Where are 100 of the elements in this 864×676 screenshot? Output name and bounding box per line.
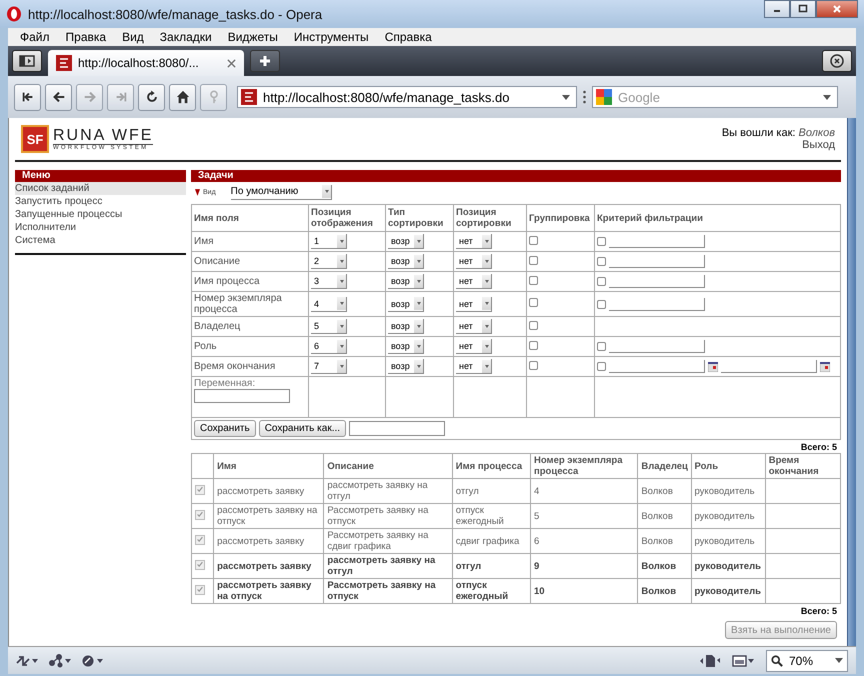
maximize-button[interactable] (790, 0, 816, 18)
date-input[interactable] (609, 360, 705, 373)
reload-icon (144, 90, 158, 104)
favicon-icon (56, 55, 72, 71)
grouping-checkbox[interactable] (529, 340, 538, 350)
new-tab-button[interactable] (250, 50, 280, 72)
menu-item[interactable]: Закладки (152, 30, 220, 44)
tab-title: http://localhost:8080/... (78, 56, 200, 70)
calendar-icon[interactable] (820, 362, 830, 372)
logout-link[interactable]: Выход (802, 139, 835, 151)
sidebar-item[interactable]: Список заданий (15, 182, 186, 195)
filter-input[interactable] (609, 235, 705, 248)
network-icon[interactable] (48, 654, 72, 668)
grouping-checkbox[interactable] (529, 276, 538, 284)
name-input[interactable] (349, 421, 446, 436)
filter-checkbox[interactable] (597, 342, 606, 351)
dropdown-icon[interactable] (562, 94, 570, 100)
window-title: http://localhost:8080/wfe/manage_tasks.do - Opera (28, 6, 322, 22)
sidebar-item[interactable]: Исполнители (15, 221, 186, 234)
table-cell: Волков (641, 560, 676, 572)
filter-checkbox[interactable] (597, 362, 606, 371)
filter-checkbox[interactable] (597, 257, 606, 266)
filter-input[interactable] (609, 298, 705, 310)
page-icon[interactable] (698, 654, 722, 668)
home-button[interactable] (169, 84, 196, 110)
close-icon[interactable] (227, 58, 236, 68)
column-header: Критерий фильтрации (594, 204, 840, 232)
rewind-button[interactable] (14, 84, 41, 110)
sidebar-header: Меню (15, 170, 186, 182)
menu-item[interactable]: Файл (12, 30, 58, 44)
save-button[interactable]: Сохранить (194, 420, 256, 437)
save-as-button[interactable]: Сохранить как... (258, 420, 346, 437)
browser-logo-icon (6, 6, 22, 22)
sidebar-item[interactable]: Система (15, 234, 186, 247)
calendar-icon[interactable] (708, 362, 718, 372)
grouping-checkbox[interactable] (529, 256, 538, 264)
zoom-field[interactable]: 70% (766, 650, 848, 672)
row-checkbox[interactable] (195, 584, 205, 595)
table-cell: рассмотреть заявку на отгул (327, 555, 436, 577)
row-checkbox[interactable] (195, 534, 205, 545)
filter-input[interactable] (609, 275, 705, 288)
table-cell: Имя (192, 232, 308, 252)
back-button[interactable] (45, 84, 72, 110)
grouping-checkbox[interactable] (529, 360, 538, 370)
address-field[interactable]: http://localhost:8080/wfe/manage_tasks.do (237, 86, 577, 108)
table-cell: Рассмотреть заявку на отпуск (327, 505, 428, 527)
menu-item[interactable]: Правка (58, 30, 114, 44)
home-icon (176, 90, 190, 104)
variable-label: Переменная: (194, 378, 256, 389)
arrows-icon[interactable] (16, 654, 38, 666)
table-cell: рассмотреть заявку на отгул (327, 480, 428, 502)
reload-button[interactable] (138, 84, 165, 110)
table-cell: 9 (534, 560, 540, 572)
filter-input[interactable] (609, 255, 705, 268)
collapse-icon[interactable] (195, 188, 200, 196)
dropdown-icon[interactable] (823, 94, 831, 100)
filter-input[interactable] (609, 340, 705, 353)
row-checkbox[interactable] (195, 484, 205, 495)
view-select[interactable]: По умолчанию (230, 184, 332, 200)
table-cell: Волков (641, 486, 673, 496)
table-cell: рассмотреть заявку (217, 560, 312, 572)
browser-tab[interactable]: http://localhost:8080/... (48, 50, 244, 76)
grouping-checkbox[interactable] (529, 298, 538, 307)
filter-checkbox[interactable] (597, 277, 606, 286)
maximize-icon (798, 4, 808, 14)
table-cell: рассмотреть заявку на отпуск (217, 580, 312, 602)
scrollbar[interactable] (847, 118, 856, 646)
close-button[interactable] (816, 0, 858, 18)
grouping-checkbox[interactable] (529, 236, 538, 244)
menu-item[interactable]: Инструменты (286, 30, 377, 44)
panel-toggle-button[interactable] (12, 50, 42, 72)
row-checkbox[interactable] (195, 560, 205, 570)
filter-checkbox[interactable] (597, 300, 606, 308)
column-header: Имя процесса (452, 454, 531, 478)
back-icon (52, 90, 66, 104)
minimize-button[interactable] (764, 0, 790, 18)
menu-item[interactable]: Справка (376, 30, 440, 44)
close-icon (832, 4, 842, 14)
plus-icon (259, 55, 271, 67)
total-count: Всего: 5 (800, 606, 837, 616)
menu-item[interactable]: Вид (114, 30, 152, 44)
table-cell: руководитель (694, 486, 755, 496)
column-header: Владелец (638, 454, 691, 478)
column-header: Время окончания (765, 454, 840, 478)
variable-input[interactable] (194, 389, 290, 403)
sidebar-item[interactable]: Запустить процесс (15, 195, 186, 208)
date-input[interactable] (721, 360, 817, 373)
dropdown-icon[interactable] (835, 658, 843, 663)
column-header: Тип сортировки (386, 204, 454, 232)
grip-icon[interactable] (583, 90, 586, 104)
speed-dial-icon[interactable] (82, 654, 106, 668)
sidebar-item[interactable]: Запущенные процессы (15, 208, 186, 221)
table-cell: руководитель (694, 586, 761, 596)
menu-item[interactable]: Виджеты (220, 30, 286, 44)
filter-checkbox[interactable] (597, 237, 606, 246)
closed-tabs-button[interactable] (822, 50, 852, 72)
image-icon[interactable] (732, 654, 756, 668)
row-checkbox[interactable] (195, 510, 205, 520)
grouping-checkbox[interactable] (529, 320, 538, 330)
fast-forward-icon (114, 90, 128, 104)
